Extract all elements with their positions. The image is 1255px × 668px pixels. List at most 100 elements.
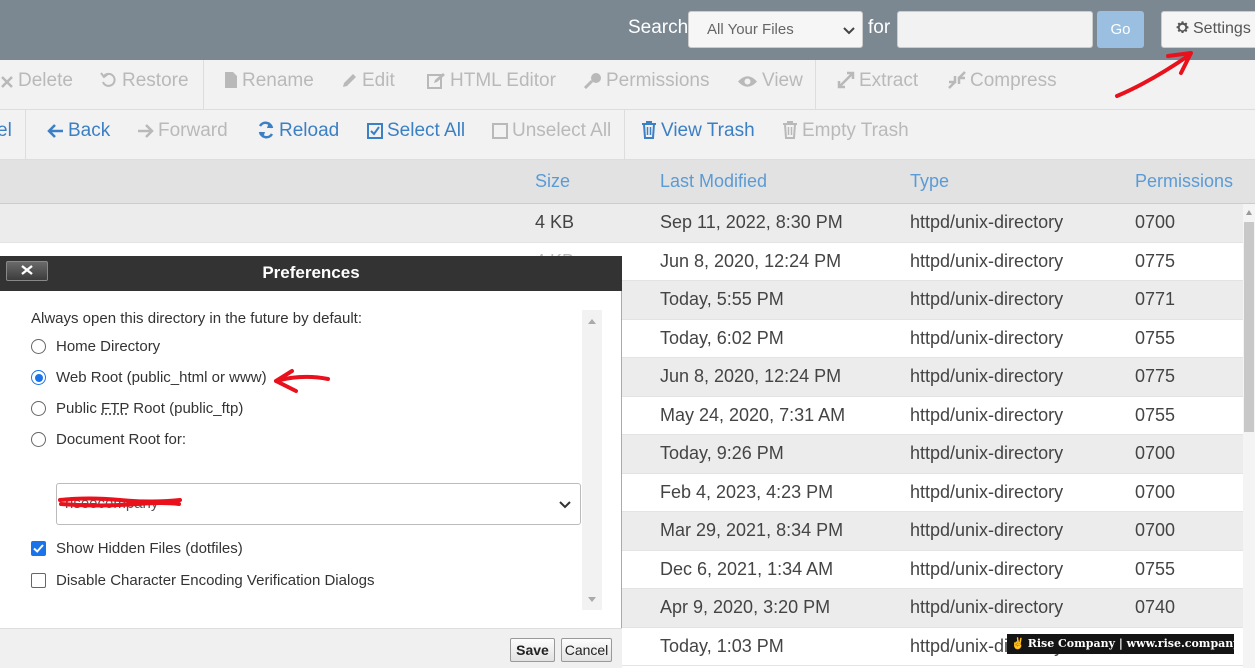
gear-icon <box>1176 21 1189 34</box>
option-label-pre: Public <box>56 400 102 417</box>
view-label: View <box>762 70 803 91</box>
checkbox-label: Disable Character Encoding Verification … <box>56 572 375 589</box>
modified-cell: Mar 29, 2021, 8:34 PM <box>660 520 844 540</box>
extract-button[interactable]: Extract <box>837 60 918 110</box>
delete-label: Delete <box>18 70 73 91</box>
save-button[interactable]: Save <box>510 638 555 662</box>
undo-icon <box>100 72 116 87</box>
checkbox-show-hidden-files[interactable] <box>31 541 46 556</box>
column-header-type[interactable]: Type <box>910 171 949 192</box>
scroll-up-arrow-icon[interactable] <box>588 319 596 324</box>
file-table-header: Size Last Modified Type Permissions <box>0 160 1255 204</box>
navigation-toolbar: el Back Forward Reload Select All Unsele… <box>0 110 1255 160</box>
watermark-badge: ✌ Rise Company | www.rise.company <box>1007 634 1240 654</box>
search-input[interactable] <box>897 11 1093 48</box>
settings-button[interactable]: Settings <box>1161 11 1255 48</box>
radio-document-root[interactable] <box>31 432 46 447</box>
dialog-title: Preferences <box>0 256 622 291</box>
checkbox-disable-encoding-dialogs[interactable] <box>31 573 46 588</box>
permissions-button[interactable]: Permissions <box>583 60 709 110</box>
back-button[interactable]: Back <box>47 110 110 160</box>
chevron-down-icon <box>559 501 571 509</box>
forward-label: Forward <box>158 120 228 141</box>
scrollbar-thumb[interactable] <box>1244 222 1254 432</box>
table-scrollbar[interactable] <box>1243 204 1255 668</box>
arrow-left-icon <box>47 124 63 138</box>
html-editor-button[interactable]: HTML Editor <box>427 60 556 110</box>
type-cell: httpd/unix-directory <box>910 327 1064 348</box>
permissions-label: Permissions <box>606 70 710 91</box>
type-cell: httpd/unix-directory <box>910 597 1064 617</box>
refresh-icon <box>258 121 274 139</box>
table-row[interactable]: 4 KB Sep 11, 2022, 8:30 PM httpd/unix-di… <box>0 204 1243 243</box>
toolbar-divider <box>815 60 816 110</box>
unselect-all-button[interactable]: Unselect All <box>492 110 611 160</box>
option-label-post: Root (public_ftp) <box>129 400 244 417</box>
brand-logo-icon: ✌ <box>1011 637 1025 650</box>
select-all-button[interactable]: Select All <box>367 110 465 160</box>
go-button[interactable]: Go <box>1097 11 1144 48</box>
radio-home-directory[interactable] <box>31 339 46 354</box>
search-scope-value: All Your Files <box>707 21 794 38</box>
eye-icon <box>738 76 757 87</box>
size-cell: 4 KB <box>535 212 575 232</box>
edit-button[interactable]: Edit <box>341 60 395 110</box>
view-button[interactable]: View <box>737 60 803 110</box>
settings-label: Settings <box>1193 20 1251 37</box>
modified-cell: May 24, 2020, 7:31 AM <box>660 404 846 425</box>
permissions-cell: 0700 <box>1135 443 1176 463</box>
permissions-cell: 0740 <box>1135 597 1176 617</box>
type-cell: httpd/unix-directory <box>910 481 1064 502</box>
edit-label: Edit <box>362 70 395 91</box>
scroll-up-arrow-icon[interactable] <box>1246 210 1252 215</box>
modified-cell: Today, 6:02 PM <box>660 327 784 348</box>
permissions-cell: 0775 <box>1135 366 1176 386</box>
forward-button[interactable]: Forward <box>137 110 228 160</box>
permissions-cell: 0755 <box>1135 558 1176 579</box>
reload-button[interactable]: Reload <box>257 110 339 160</box>
for-label: for <box>868 17 891 38</box>
compress-button[interactable]: Compress <box>948 60 1057 110</box>
column-header-last-modified[interactable]: Last Modified <box>660 171 767 192</box>
view-trash-label: View Trash <box>661 120 755 141</box>
scroll-down-arrow-icon[interactable] <box>588 597 596 602</box>
checkbox-empty-icon <box>492 123 508 139</box>
radio-public-ftp-root[interactable] <box>31 401 46 416</box>
modified-cell: Today, 9:26 PM <box>660 443 784 463</box>
option-label: Document Root for: <box>56 431 187 448</box>
cancel-button[interactable]: Cancel <box>561 638 612 662</box>
column-header-permissions[interactable]: Permissions <box>1135 171 1233 192</box>
pencil-icon <box>343 74 356 87</box>
compress-label: Compress <box>970 70 1057 91</box>
option-label: Public FTP Root (public_ftp) <box>56 400 243 417</box>
permissions-cell: 0775 <box>1135 250 1176 271</box>
times-icon <box>1 76 13 88</box>
type-cell: httpd/unix-directory <box>910 366 1064 386</box>
trash-icon <box>642 121 656 139</box>
restore-button[interactable]: Restore <box>100 60 189 110</box>
modified-cell: Today, 1:03 PM <box>660 635 784 656</box>
toolbar-divider <box>25 110 26 160</box>
column-header-size[interactable]: Size <box>535 171 570 192</box>
search-label: Search <box>628 17 689 38</box>
empty-trash-button[interactable]: Empty Trash <box>782 110 909 160</box>
modified-cell: Feb 4, 2023, 4:23 PM <box>660 481 834 502</box>
view-trash-button[interactable]: View Trash <box>641 110 755 160</box>
dialog-close-button[interactable] <box>6 261 48 281</box>
rename-label: Rename <box>242 70 314 91</box>
expand-icon <box>837 71 855 89</box>
rename-button[interactable]: Rename <box>224 60 314 110</box>
delete-button[interactable]: Delete <box>0 60 73 110</box>
permissions-cell: 0700 <box>1135 520 1176 540</box>
type-cell: httpd/unix-directory <box>910 212 1064 232</box>
radio-web-root[interactable] <box>31 370 46 385</box>
partial-toolbar-item[interactable]: el <box>0 110 12 160</box>
dialog-scrollbar[interactable] <box>582 310 602 610</box>
modified-cell: Apr 9, 2020, 3:20 PM <box>660 597 831 617</box>
search-scope-select[interactable]: All Your Files <box>688 11 863 48</box>
modified-cell: Jun 8, 2020, 12:24 PM <box>660 250 842 271</box>
chevron-down-icon <box>843 27 855 35</box>
type-cell: httpd/unix-directory <box>910 404 1064 425</box>
ftp-abbr: FTP <box>101 400 130 417</box>
compress-icon <box>948 71 966 89</box>
